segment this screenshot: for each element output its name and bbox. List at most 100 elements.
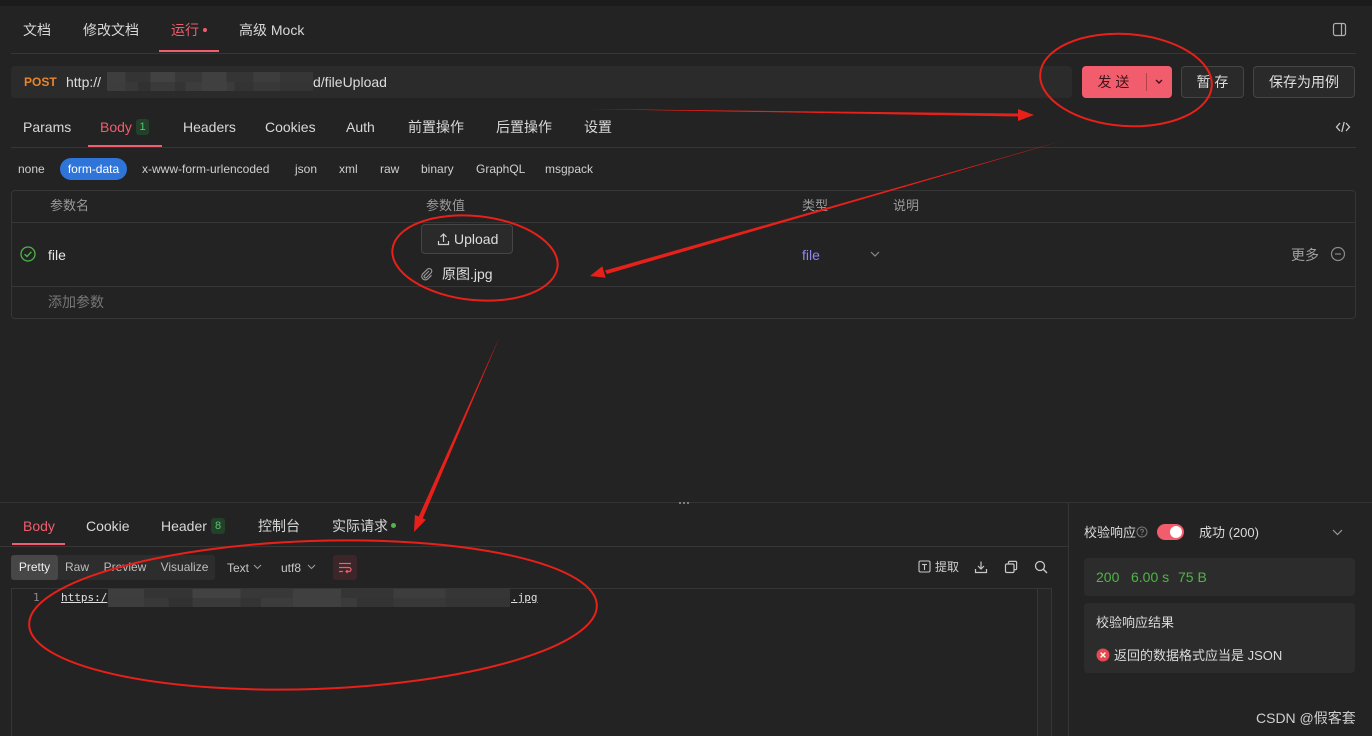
top-tabs-divider (11, 53, 1356, 54)
validation-status: 成功 (200) (1199, 525, 1259, 540)
wrap-lines-button[interactable] (333, 555, 357, 580)
column-header-value: 参数值 (426, 198, 466, 213)
http-method[interactable]: POST (24, 76, 57, 88)
body-type-graphql[interactable]: GraphQL (476, 161, 525, 177)
view-mode-pretty[interactable]: Pretty (11, 555, 58, 580)
tab-settings[interactable]: 设置 (584, 117, 612, 137)
tab-edit-docs[interactable]: 修改文档 (83, 20, 139, 40)
tab-auth[interactable]: Auth (346, 117, 375, 137)
body-type-form-data[interactable]: form-data (60, 158, 127, 180)
header-count-badge: 8 (211, 518, 225, 534)
code-icon[interactable] (1335, 120, 1351, 134)
send-button-divider (1146, 73, 1147, 91)
type-chevron-down-icon[interactable] (869, 248, 881, 260)
encoding-chevron-down-icon[interactable] (306, 561, 317, 572)
download-icon[interactable] (974, 560, 988, 574)
send-button[interactable]: 发 送 (1082, 66, 1172, 98)
body-count-badge: 1 (136, 119, 149, 135)
view-mode-raw[interactable]: Raw (58, 555, 96, 580)
annotation-arrow-1-head (1018, 109, 1034, 121)
validate-response-label: 校验响应 (1084, 525, 1137, 540)
url-redacted-blur (107, 72, 313, 91)
format-select[interactable]: Text (227, 562, 249, 574)
status-code: 200 (1096, 569, 1120, 585)
actual-request-status-dot (391, 523, 396, 528)
body-type-binary[interactable]: binary (421, 161, 454, 177)
column-header-type: 类型 (802, 198, 829, 213)
search-icon[interactable] (1034, 560, 1048, 574)
response-tab-body[interactable]: Body (23, 516, 55, 536)
response-tab-console[interactable]: 控制台 (258, 516, 300, 536)
request-tabs-divider (11, 147, 1356, 148)
body-type-json[interactable]: json (295, 161, 317, 177)
validation-result-message: 返回的数据格式应当是 JSON (1114, 648, 1283, 663)
view-mode-visualize[interactable]: Visualize (154, 555, 215, 580)
extract-icon (918, 560, 931, 573)
line-number: 1 (33, 591, 40, 604)
response-url-suffix[interactable]: .jpg (511, 592, 538, 603)
check-circle-icon[interactable] (20, 246, 36, 262)
save-button[interactable]: 暂 存 (1181, 66, 1244, 98)
window-top-strip (0, 0, 1372, 6)
url-suffix: d/fileUpload (313, 74, 387, 90)
uploaded-file-name[interactable]: 原图.jpg (442, 267, 493, 281)
toggle-knob (1170, 526, 1182, 538)
unsaved-dot (203, 28, 207, 32)
active-response-tab-indicator (12, 543, 65, 545)
tab-docs[interactable]: 文档 (23, 20, 51, 40)
view-mode-preview[interactable]: Preview (96, 555, 154, 580)
body-type-raw[interactable]: raw (380, 161, 399, 177)
format-chevron-down-icon[interactable] (252, 561, 263, 572)
validate-response-toggle[interactable] (1157, 524, 1184, 540)
copy-icon[interactable] (1004, 560, 1018, 574)
validation-chevron-down-icon[interactable] (1331, 526, 1344, 538)
add-param-input[interactable]: 添加参数 (48, 295, 104, 309)
editor-scrollbar[interactable] (1037, 589, 1051, 736)
response-tab-actual-request[interactable]: 实际请求 (332, 516, 388, 536)
tab-cookies[interactable]: Cookies (265, 117, 316, 137)
upload-button[interactable]: Upload (421, 224, 513, 254)
response-url-prefix[interactable]: https:/ (61, 592, 107, 603)
response-tab-cookie[interactable]: Cookie (86, 516, 130, 536)
tab-body[interactable]: Body (100, 117, 132, 137)
help-circle-icon[interactable] (1136, 526, 1148, 538)
response-tabs-divider (0, 546, 1068, 547)
upload-button-label: Upload (454, 231, 499, 247)
encoding-select[interactable]: utf8 (281, 562, 301, 574)
tab-advanced-mock[interactable]: 高级 Mock (239, 20, 304, 40)
annotation-arrow-3-head (414, 514, 426, 532)
param-type[interactable]: file (802, 248, 820, 262)
tab-params[interactable]: Params (23, 117, 71, 137)
params-table (11, 190, 1356, 319)
column-header-name: 参数名 (50, 198, 90, 213)
send-options-chevron-icon[interactable] (1153, 77, 1165, 87)
validation-panel-divider (1068, 503, 1069, 736)
response-time: 6.00 s (1131, 569, 1170, 585)
minus-circle-icon[interactable] (1330, 246, 1346, 262)
response-tab-header[interactable]: Header (161, 516, 207, 536)
body-type-urlencoded[interactable]: x-www-form-urlencoded (142, 161, 269, 177)
tab-pre-processors[interactable]: 前置操作 (408, 117, 464, 137)
extract-button[interactable]: 提取 (917, 558, 961, 576)
send-button-label: 发 送 (1097, 74, 1130, 90)
body-type-xml[interactable]: xml (339, 161, 358, 177)
watermark: CSDN @假客套 (1256, 710, 1356, 726)
extract-label: 提取 (935, 560, 960, 574)
body-type-msgpack[interactable]: msgpack (545, 161, 593, 177)
tab-post-processors[interactable]: 后置操作 (496, 117, 552, 137)
annotation-arrow-3-shaft (418, 336, 500, 519)
more-options-link[interactable]: 更多 (1291, 248, 1319, 262)
table-row-divider (12, 286, 1355, 287)
validation-result-title: 校验响应结果 (1096, 615, 1175, 630)
body-type-none[interactable]: none (18, 161, 45, 177)
split-drag-handle[interactable] (678, 501, 690, 505)
tab-run[interactable]: 运行 (171, 20, 199, 40)
tab-headers[interactable]: Headers (183, 117, 236, 137)
sidebar-panel-icon[interactable] (1332, 22, 1347, 37)
save-as-case-button[interactable]: 保存为用例 (1253, 66, 1355, 98)
url-prefix: http:// (66, 74, 102, 90)
response-stats-box (1084, 558, 1355, 596)
param-name[interactable]: file (48, 248, 66, 262)
table-header-divider (12, 222, 1355, 223)
response-body-editor[interactable] (11, 588, 1052, 736)
